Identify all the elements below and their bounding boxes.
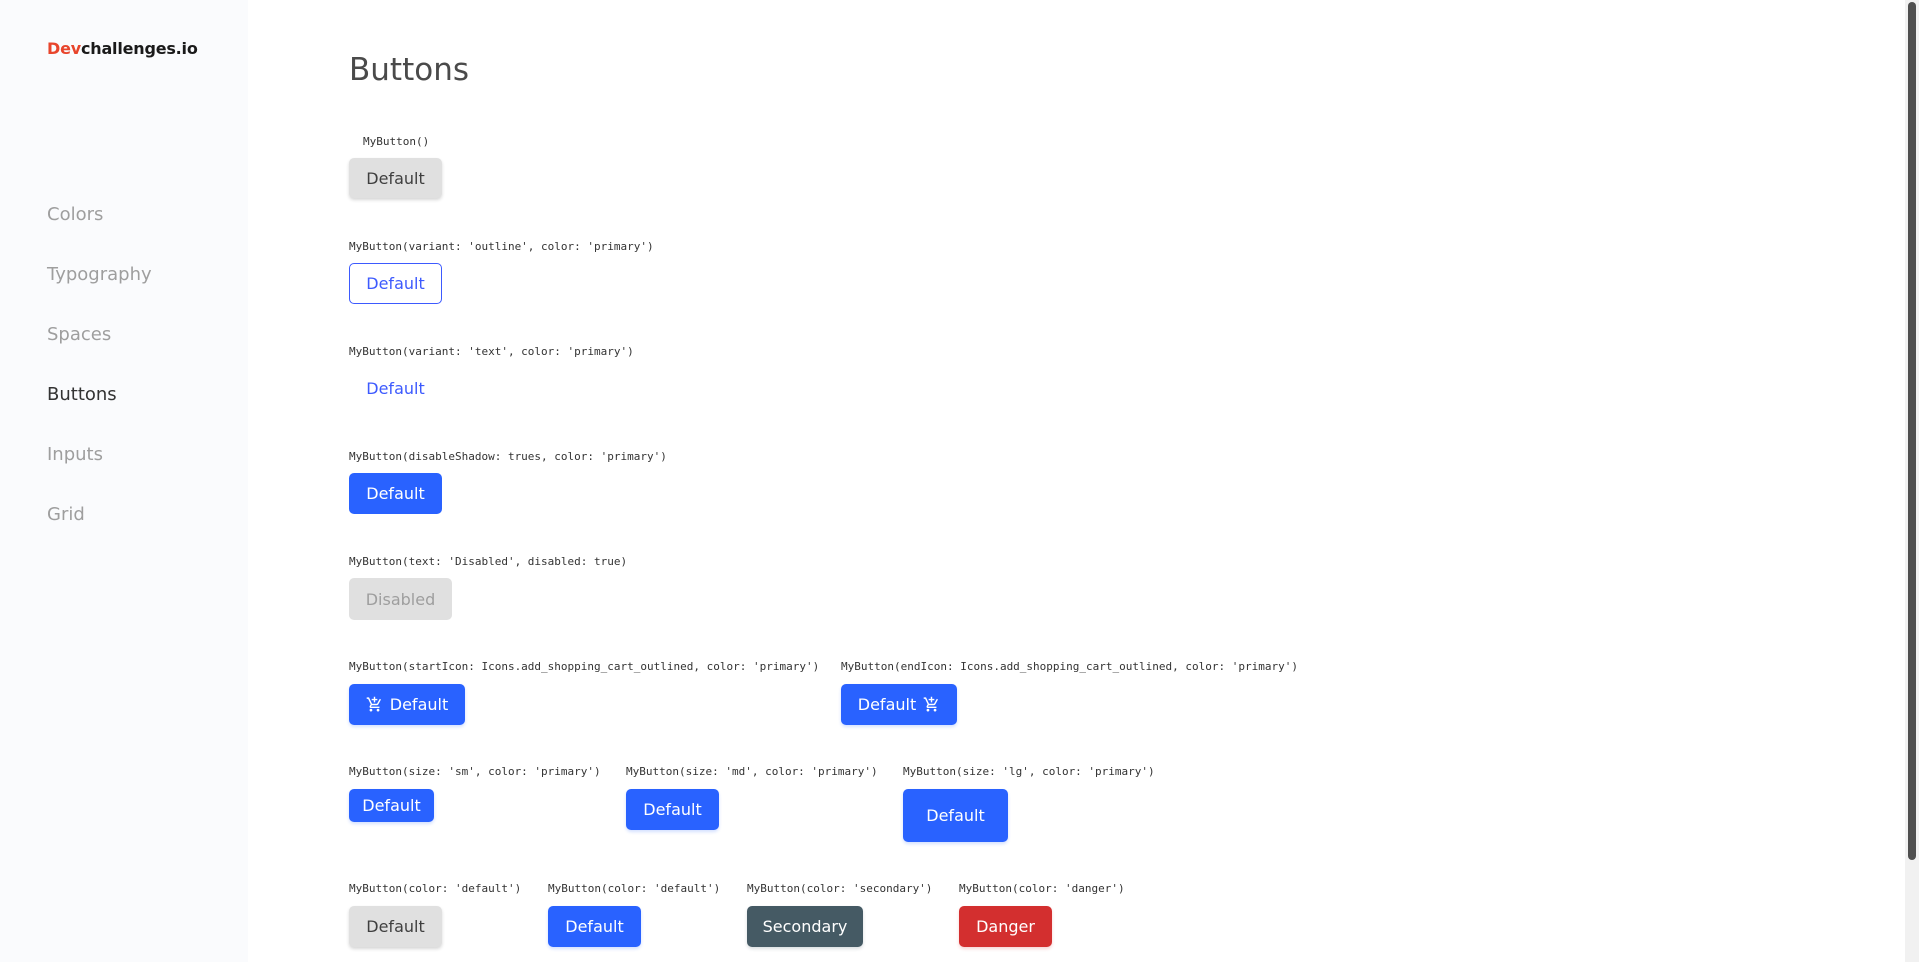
end-icon-button[interactable]: Default [841, 684, 957, 725]
default-color-button[interactable]: Default [349, 906, 442, 947]
nav-item-grid[interactable]: Grid [47, 504, 85, 525]
large-button[interactable]: Default [903, 789, 1008, 842]
code-label: MyButton(color: 'default') [548, 882, 721, 895]
code-label: MyButton(color: 'danger') [959, 882, 1125, 895]
code-label: MyButton(size: 'lg', color: 'primary') [903, 765, 1155, 778]
sidebar: Devchallenges.io Colors Typography Space… [0, 0, 248, 962]
add-shopping-cart-icon [366, 696, 383, 713]
danger-button[interactable]: Danger [959, 906, 1052, 947]
code-label: MyButton(color: 'default') [349, 882, 522, 895]
code-label: MyButton(text: 'Disabled', disabled: tru… [349, 555, 628, 568]
code-label: MyButton(color: 'secondary') [747, 882, 933, 895]
logo-accent: Dev [47, 39, 81, 58]
secondary-button[interactable]: Secondary [747, 906, 863, 947]
outline-button[interactable]: Default [349, 263, 442, 304]
logo-text: challenges.io [80, 39, 198, 58]
nav-item-buttons[interactable]: Buttons [47, 384, 117, 405]
nav-item-spaces[interactable]: Spaces [47, 324, 111, 345]
text-button[interactable]: Default [349, 368, 442, 409]
code-label: MyButton(startIcon: Icons.add_shopping_c… [349, 660, 820, 673]
code-label: MyButton(size: 'sm', color: 'primary') [349, 765, 601, 778]
default-button[interactable]: Default [349, 158, 442, 198]
small-button[interactable]: Default [349, 789, 434, 822]
nav-item-colors[interactable]: Colors [47, 204, 103, 225]
page-title: Buttons [349, 52, 469, 88]
scrollbar-thumb[interactable] [1908, 2, 1916, 860]
nav-item-inputs[interactable]: Inputs [47, 444, 103, 465]
code-label: MyButton(size: 'md', color: 'primary') [626, 765, 878, 778]
start-icon-button-label: Default [389, 695, 449, 714]
primary-color-button[interactable]: Default [548, 906, 641, 947]
disabled-button: Disabled [349, 578, 452, 620]
no-shadow-button[interactable]: Default [349, 473, 442, 514]
scrollbar[interactable] [1905, 0, 1919, 962]
code-label: MyButton() [363, 135, 430, 148]
medium-button[interactable]: Default [626, 789, 719, 830]
logo[interactable]: Devchallenges.io [47, 39, 198, 58]
code-label: MyButton(disableShadow: trues, color: 'p… [349, 450, 667, 463]
end-icon-button-label: Default [857, 695, 917, 714]
nav-item-typography[interactable]: Typography [47, 264, 152, 285]
code-label: MyButton(variant: 'outline', color: 'pri… [349, 240, 654, 253]
start-icon-button[interactable]: Default [349, 684, 465, 725]
code-label: MyButton(endIcon: Icons.add_shopping_car… [841, 660, 1298, 673]
add-shopping-cart-icon [923, 696, 940, 713]
code-label: MyButton(variant: 'text', color: 'primar… [349, 345, 634, 358]
